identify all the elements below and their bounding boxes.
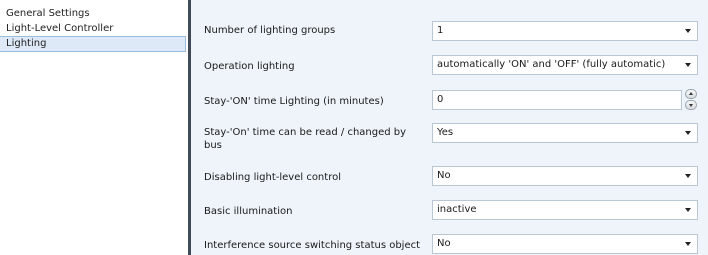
parameter-panel: Number of lighting groups 1 Operation li…: [191, 0, 708, 255]
chevron-down-icon: [685, 242, 691, 246]
sidebar-item-lighting[interactable]: Lighting: [0, 36, 186, 52]
spin-up-button[interactable]: [685, 89, 697, 99]
stay-on-time-spinner: [685, 89, 697, 111]
param-label: Number of lighting groups: [204, 25, 336, 36]
dropdown-value: 1: [437, 25, 444, 36]
basic-illumination-dropdown[interactable]: inactive: [432, 200, 698, 220]
stay-on-time-bus-dropdown[interactable]: Yes: [432, 123, 698, 143]
stay-on-time-input[interactable]: 0: [432, 90, 682, 110]
sidebar-item-label: Lighting: [6, 38, 47, 49]
dropdown-value: Yes: [437, 127, 454, 138]
dropdown-value: inactive: [437, 204, 477, 215]
disabling-light-level-control-dropdown[interactable]: No: [432, 166, 698, 186]
param-label: Stay-'ON' time Lighting (in minutes): [204, 96, 384, 107]
param-label: Interference source switching status obj…: [204, 240, 421, 251]
number-of-lighting-groups-dropdown[interactable]: 1: [432, 21, 698, 41]
sidebar: General Settings Light-Level Controller …: [0, 0, 188, 255]
chevron-down-icon: [685, 29, 691, 33]
sidebar-item-label: General Settings: [6, 8, 90, 19]
dropdown-value: No: [437, 170, 451, 181]
chevron-down-icon: [685, 131, 691, 135]
sidebar-item-label: Light-Level Controller: [6, 23, 114, 34]
sidebar-item-light-level-controller[interactable]: Light-Level Controller: [0, 21, 186, 37]
param-label: Basic illumination: [204, 206, 293, 217]
chevron-down-icon: [685, 174, 691, 178]
dropdown-value: No: [437, 238, 451, 249]
sidebar-item-general-settings[interactable]: General Settings: [0, 6, 186, 22]
param-label: Disabling light-level control: [204, 172, 341, 183]
spin-down-button[interactable]: [685, 100, 697, 110]
operation-lighting-dropdown[interactable]: automatically 'ON' and 'OFF' (fully auto…: [432, 55, 698, 75]
chevron-down-icon: [685, 63, 691, 67]
input-value: 0: [437, 94, 444, 105]
chevron-down-icon: [685, 208, 691, 212]
dropdown-value: automatically 'ON' and 'OFF' (fully auto…: [437, 59, 666, 70]
arrow-down-icon: [689, 104, 693, 107]
parameter-window: General Settings Light-Level Controller …: [0, 0, 708, 255]
param-label: Stay-'On' time can be read / changed by …: [204, 127, 407, 151]
param-label: Operation lighting: [204, 61, 295, 72]
interference-source-dropdown[interactable]: No: [432, 234, 698, 254]
arrow-up-icon: [689, 92, 693, 95]
